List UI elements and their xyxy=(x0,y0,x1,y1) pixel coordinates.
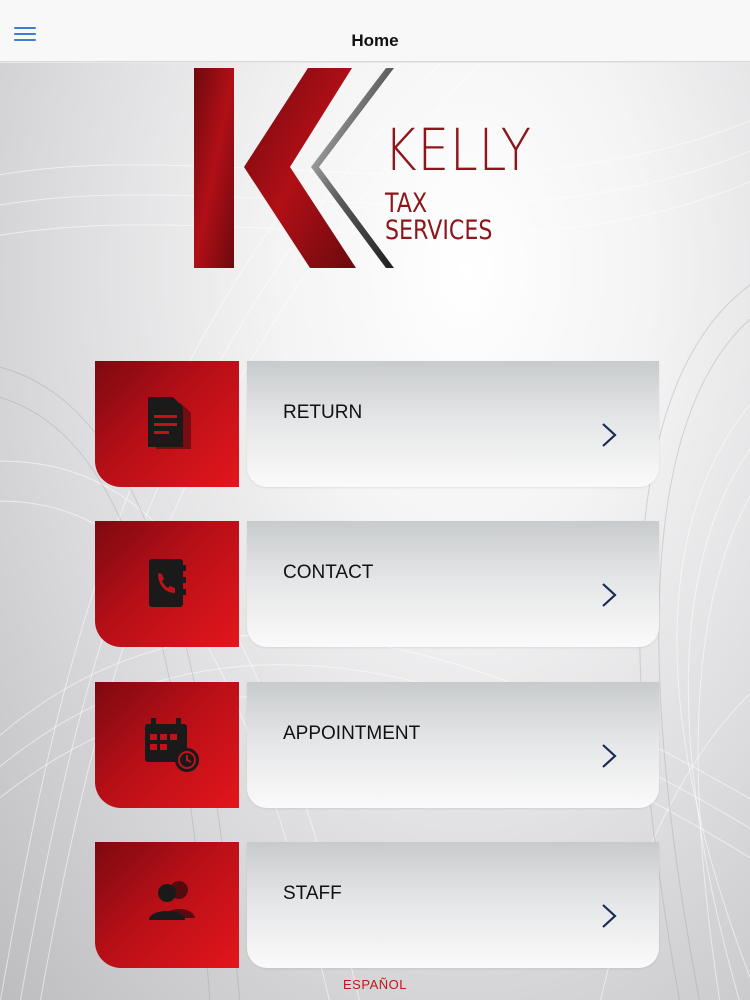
menu-item-bar: RETURN xyxy=(247,361,659,487)
chevron-right-icon xyxy=(602,744,617,768)
kelly-tax-logo: KELLY TAX SERVICES xyxy=(190,63,570,273)
menu-item-label: CONTACT xyxy=(283,562,374,583)
calendar-clock-icon xyxy=(145,718,199,772)
navigation-bar: Home xyxy=(0,0,750,62)
menu-item-label: RETURN xyxy=(283,402,363,423)
menu-item-bar: CONTACT xyxy=(247,521,659,647)
menu-item-icon-tile xyxy=(95,361,239,487)
language-link-espanol[interactable]: ESPAÑOL xyxy=(0,977,750,992)
menu-item-bar: STAFF xyxy=(247,842,659,968)
phone-book-icon xyxy=(149,559,186,607)
chevron-right-icon xyxy=(602,904,617,928)
menu-item-contact[interactable]: CONTACT xyxy=(95,521,659,647)
logo-name: KELLY xyxy=(384,116,532,184)
menu-item-appointment[interactable]: APPOINTMENT xyxy=(95,682,659,808)
page-title: Home xyxy=(351,31,399,50)
logo-subtitle: TAX SERVICES xyxy=(385,188,493,246)
chevron-right-icon xyxy=(602,423,617,447)
menu-item-staff[interactable]: STAFF xyxy=(95,842,659,968)
k-logo-mark xyxy=(194,68,394,268)
menu-item-label: APPOINTMENT xyxy=(283,723,421,744)
menu-item-icon-tile xyxy=(95,842,239,968)
menu-item-label: STAFF xyxy=(283,883,342,904)
menu-item-icon-tile xyxy=(95,682,239,808)
menu-item-bar: APPOINTMENT xyxy=(247,682,659,808)
menu-item-return[interactable]: RETURN xyxy=(95,361,659,487)
chevron-right-icon xyxy=(602,583,617,607)
menu-item-icon-tile xyxy=(95,521,239,647)
document-icon xyxy=(148,397,191,449)
people-icon xyxy=(149,881,195,920)
